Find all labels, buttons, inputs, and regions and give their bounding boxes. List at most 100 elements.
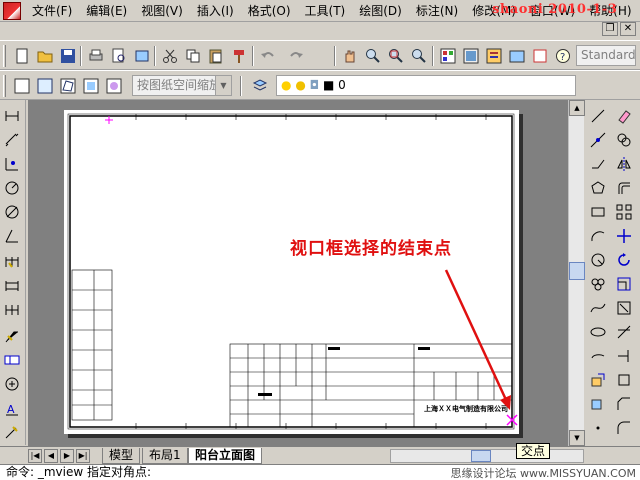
trim-button[interactable] (614, 322, 634, 342)
line-button[interactable] (588, 106, 608, 126)
continue-dimension-button[interactable] (2, 300, 22, 320)
linear-dimension-button[interactable] (2, 106, 22, 126)
ellipse-button[interactable] (588, 322, 608, 342)
point-button[interactable] (588, 418, 608, 438)
angular-dimension-button[interactable] (2, 226, 22, 246)
make-block-button[interactable] (588, 394, 608, 414)
zoom-window-button[interactable] (386, 46, 406, 66)
redo-button[interactable] (286, 46, 306, 66)
properties-button[interactable] (438, 46, 458, 66)
layer-combo[interactable]: ● ● ◘ ■ 0 (276, 75, 576, 96)
menu-view[interactable]: 视图(V) (134, 1, 190, 21)
hscroll-thumb[interactable] (471, 450, 491, 462)
toolbar-grip[interactable] (3, 45, 6, 67)
new-button[interactable] (12, 46, 32, 66)
tool-palettes-button[interactable] (484, 46, 504, 66)
tab-model[interactable]: 模型 (102, 448, 141, 464)
menu-draw[interactable]: 绘图(D) (352, 1, 409, 21)
menu-edit[interactable]: 编辑(E) (79, 1, 134, 21)
next-tab-icon[interactable]: ▶ (60, 449, 74, 463)
arc-button[interactable] (588, 226, 608, 246)
scroll-thumb[interactable] (569, 262, 585, 280)
menu-dimension[interactable]: 标注(N) (409, 1, 465, 21)
cut-button[interactable] (160, 46, 180, 66)
fillet-button[interactable] (614, 418, 634, 438)
publish-button[interactable] (132, 46, 152, 66)
diameter-dimension-button[interactable] (2, 202, 22, 222)
open-button[interactable] (35, 46, 55, 66)
zoom-realtime-button[interactable] (363, 46, 383, 66)
extend-button[interactable] (614, 346, 634, 366)
horizontal-scrollbar[interactable] (390, 449, 584, 463)
text-style-combo[interactable]: Standard (576, 45, 636, 66)
help-button[interactable]: ? (553, 46, 573, 66)
insert-block-button[interactable] (588, 370, 608, 390)
ordinate-dimension-button[interactable] (2, 154, 22, 174)
menu-format[interactable]: 格式(O) (241, 1, 298, 21)
radius-dimension-button[interactable] (2, 178, 22, 198)
menu-insert[interactable]: 插入(I) (190, 1, 241, 21)
polygon-button[interactable] (588, 178, 608, 198)
app-icon[interactable] (3, 1, 21, 20)
match-properties-button[interactable] (229, 46, 249, 66)
dimension-edit-button[interactable]: A (2, 400, 22, 420)
baseline-dimension-button[interactable] (2, 276, 22, 296)
toolbar-grip[interactable] (3, 75, 6, 97)
design-center-button[interactable] (461, 46, 481, 66)
restore-icon[interactable]: ❐ (602, 22, 618, 36)
polyline-button[interactable] (588, 154, 608, 174)
erase-button[interactable] (614, 106, 634, 126)
tab-balcony-elevation[interactable]: 阳台立面图 (188, 448, 263, 464)
convert-viewport-button[interactable] (81, 76, 101, 96)
zoom-previous-button[interactable] (409, 46, 429, 66)
clip-viewport-button[interactable] (104, 76, 124, 96)
paste-button[interactable] (206, 46, 226, 66)
single-viewport-button[interactable] (35, 76, 55, 96)
array-button[interactable] (614, 202, 634, 222)
offset-button[interactable] (614, 178, 634, 198)
prev-tab-icon[interactable]: ◀ (44, 449, 58, 463)
scroll-up-icon[interactable]: ▲ (569, 100, 585, 116)
quick-dimension-button[interactable] (2, 252, 22, 272)
scale-button[interactable] (614, 274, 634, 294)
center-mark-button[interactable] (2, 374, 22, 394)
save-button[interactable] (58, 46, 78, 66)
first-tab-icon[interactable]: |◀ (28, 449, 42, 463)
revision-cloud-button[interactable] (588, 274, 608, 294)
copy-object-button[interactable] (614, 130, 634, 150)
sheet-set-button[interactable] (507, 46, 527, 66)
preview-button[interactable] (109, 46, 129, 66)
scroll-down-icon[interactable]: ▼ (569, 430, 585, 446)
close-icon[interactable]: ✕ (620, 22, 636, 36)
drawing-area[interactable]: 上海ＸＸ电气制造有限公司 (28, 100, 568, 446)
menu-file[interactable]: 文件(F) (25, 1, 79, 21)
spline-button[interactable] (588, 298, 608, 318)
mirror-button[interactable] (614, 154, 634, 174)
move-button[interactable] (614, 226, 634, 246)
viewport-scale-combo[interactable]: 按图纸空间缩放 ▼ (132, 75, 232, 96)
construction-line-button[interactable] (588, 130, 608, 150)
rectangle-button[interactable] (588, 202, 608, 222)
circle-button[interactable] (588, 250, 608, 270)
aligned-dimension-button[interactable] (2, 130, 22, 150)
layer-manager-button[interactable] (250, 76, 270, 96)
rotate-button[interactable] (614, 250, 634, 270)
dimension-text-edit-button[interactable] (2, 422, 22, 442)
pan-button[interactable] (340, 46, 360, 66)
stretch-button[interactable] (614, 298, 634, 318)
tab-layout1[interactable]: 布局1 (142, 448, 188, 464)
polygonal-viewport-button[interactable] (58, 76, 78, 96)
viewport-button[interactable] (12, 76, 32, 96)
leader-button[interactable] (2, 326, 22, 346)
break-button[interactable] (614, 370, 634, 390)
print-button[interactable] (86, 46, 106, 66)
vertical-scrollbar[interactable]: ▲ ▼ (568, 100, 585, 446)
tolerance-button[interactable] (2, 350, 22, 370)
chamfer-button[interactable] (614, 394, 634, 414)
ellipse-arc-button[interactable] (588, 346, 608, 366)
copy-button[interactable] (183, 46, 203, 66)
menu-tools[interactable]: 工具(T) (298, 1, 353, 21)
markup-button[interactable] (530, 46, 550, 66)
undo-button[interactable] (258, 46, 278, 66)
last-tab-icon[interactable]: ▶| (76, 449, 90, 463)
